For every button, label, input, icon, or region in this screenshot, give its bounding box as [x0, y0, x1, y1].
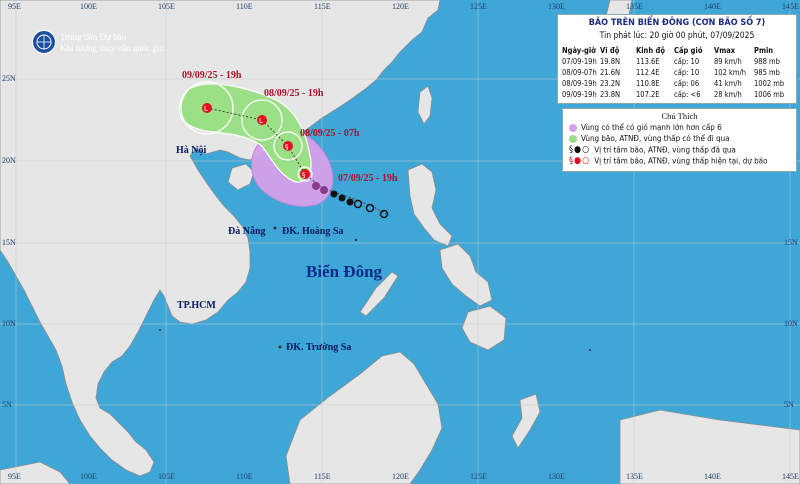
nchmf-logo [32, 30, 56, 54]
svg-text:§: § [285, 143, 289, 151]
table-cell: cấp: 10 [674, 68, 700, 77]
label-hanoi: Hà Nội [176, 145, 207, 156]
table-cell: 113.6E [636, 57, 660, 66]
legend-text-forecast: Vị trí tâm bão, ATNĐ, vùng thấp hiện tại… [594, 156, 768, 166]
table-header-cell: Cấp gió [674, 46, 703, 55]
lon-tick-bottom: 115E [314, 472, 331, 481]
table-cell: 988 mb [754, 57, 780, 66]
legend-title: Chú Thích [661, 111, 698, 121]
lat-tick-left: 25N [2, 74, 16, 83]
table-cell: 28 km/h [714, 90, 742, 99]
table-cell: cấp: 06 [674, 79, 700, 88]
legend-row-wind: Vùng có thể có gió mạnh lớn hơn cấp 6 [569, 123, 794, 132]
table-cell: 19.8N [600, 57, 621, 66]
table-header-cell: Kinh độ [636, 46, 665, 55]
table-cell: 23.2N [600, 79, 621, 88]
table-cell: cấp: 10 [674, 57, 700, 66]
lat-tick-left: 20N [2, 156, 16, 165]
info-title: BÃO TRÊN BIỂN ĐÔNG (CƠN BÃO SỐ 7) [588, 18, 766, 28]
legend-row-track: Vùng bão, ATNĐ, vùng thấp có thể đi qua [569, 134, 794, 143]
forecast-storm-icons: §●○ [569, 156, 591, 166]
lat-tick-right: 15N [784, 238, 798, 247]
legend-row-past: §●○ Vị trí tâm bão, ATNĐ, vùng thấp đã qu… [569, 145, 794, 155]
table-cell: 07/09-19h [562, 57, 597, 66]
table-cell: 23.8N [600, 90, 621, 99]
lon-tick-bottom: 110E [236, 472, 253, 481]
lon-tick-bottom: 100E [80, 472, 97, 481]
legend-panel: Chú Thích Vùng có thể có gió mạnh lớn hơ… [562, 108, 797, 172]
lon-tick-top: 135E [626, 2, 643, 11]
lat-tick-right: 5N [784, 400, 794, 409]
svg-text:L: L [259, 117, 263, 125]
legend-text-track: Vùng bão, ATNĐ, vùng thấp có thể đi qua [581, 134, 730, 143]
table-cell: 08/09-19h [562, 79, 597, 88]
lat-tick-left: 5N [2, 400, 12, 409]
table-header-cell: Pmin [754, 46, 774, 55]
globe-icon [36, 34, 52, 50]
svg-text:§: § [302, 171, 306, 179]
lon-tick-top: 95E [8, 2, 21, 11]
table-header-cell: Ngày-giờ [562, 46, 596, 55]
table-cell: 1006 mb [754, 90, 785, 99]
storm-info-panel: BÃO TRÊN BIỂN ĐÔNG (CƠN BÃO SỐ 7) Tin ph… [557, 14, 797, 104]
table-cell: 89 km/h [714, 57, 742, 66]
label-bien-dong: Biển Đông [306, 262, 383, 281]
lon-tick-top: 115E [314, 2, 331, 11]
time-label-07-19h: 07/09/25 - 19h [338, 173, 398, 184]
lon-tick-bottom: 145E [782, 472, 799, 481]
lon-tick-top: 145E [782, 2, 799, 11]
lon-tick-bottom: 135E [626, 472, 643, 481]
green-dot-icon [569, 134, 577, 143]
lon-tick-top: 105E [158, 2, 175, 11]
lon-tick-top: 100E [80, 2, 97, 11]
lon-tick-bottom: 140E [704, 472, 721, 481]
past-storm-icons: §●○ [569, 145, 591, 155]
table-cell: 21.6N [600, 68, 621, 77]
label-hoangsa: ĐK. Hoàng Sa [282, 226, 344, 237]
table-cell: 08/09-07h [562, 68, 597, 77]
table-cell: 107.2E [636, 90, 660, 99]
lon-tick-top: 130E [548, 2, 565, 11]
legend-text-wind: Vùng có thể có gió mạnh lớn hơn cấp 6 [581, 123, 722, 132]
storm-table: Ngày-giờ Vĩ độ Kinh độ Cấp gió Vmax Pmin 07/09… [558, 46, 798, 102]
lon-tick-top: 110E [236, 2, 253, 11]
info-issued: Tin phát lúc: 20 giờ 00 phút, 07/09/2025 [599, 31, 755, 41]
label-hcm: TP.HCM [177, 300, 216, 311]
table-cell: 41 km/h [714, 79, 742, 88]
org-line1: Trung tâm Dự báo [60, 32, 127, 42]
table-cell: 102 km/h [714, 68, 747, 77]
lon-tick-top: 120E [392, 2, 409, 11]
table-cell: 112.4E [636, 68, 660, 77]
lon-tick-bottom: 125E [470, 472, 487, 481]
time-label-09-19h: 09/09/25 - 19h [182, 70, 242, 81]
lon-tick-bottom: 95E [8, 472, 21, 481]
time-label-08-19h: 08/09/25 - 19h [264, 88, 324, 99]
org-line2: Khí tượng thủy văn quốc gia [60, 43, 164, 53]
svg-text:L: L [204, 105, 208, 113]
lon-tick-bottom: 120E [392, 472, 409, 481]
legend-row-forecast: §●○ Vị trí tâm bão, ATNĐ, vùng thấp hiện … [569, 156, 794, 166]
time-label-08-07h: 08/09/25 - 07h [300, 128, 360, 139]
lon-tick-top: 140E [704, 2, 721, 11]
lat-tick-right: 10N [784, 319, 798, 328]
label-truongsa: ĐK. Trường Sa [286, 342, 352, 353]
lon-tick-bottom: 130E [548, 472, 565, 481]
label-danang: Đà Nẵng [228, 226, 266, 237]
lon-tick-top: 125E [470, 2, 487, 11]
table-cell: cấp: <6 [674, 90, 701, 99]
table-cell: 985 mb [754, 68, 780, 77]
legend-text-past: Vị trí tâm bão, ATNĐ, vùng thấp đã qua [594, 145, 736, 155]
lon-tick-bottom: 105E [158, 472, 175, 481]
table-cell: 09/09-19h [562, 90, 597, 99]
lat-tick-left: 15N [2, 238, 16, 247]
table-header-cell: Vmax [714, 46, 736, 55]
lat-tick-left: 10N [2, 319, 16, 328]
table-header-cell: Vĩ độ [600, 46, 620, 55]
table-cell: 110.8E [636, 79, 660, 88]
table-cell: 1002 mb [754, 79, 785, 88]
purple-dot-icon [569, 123, 577, 132]
